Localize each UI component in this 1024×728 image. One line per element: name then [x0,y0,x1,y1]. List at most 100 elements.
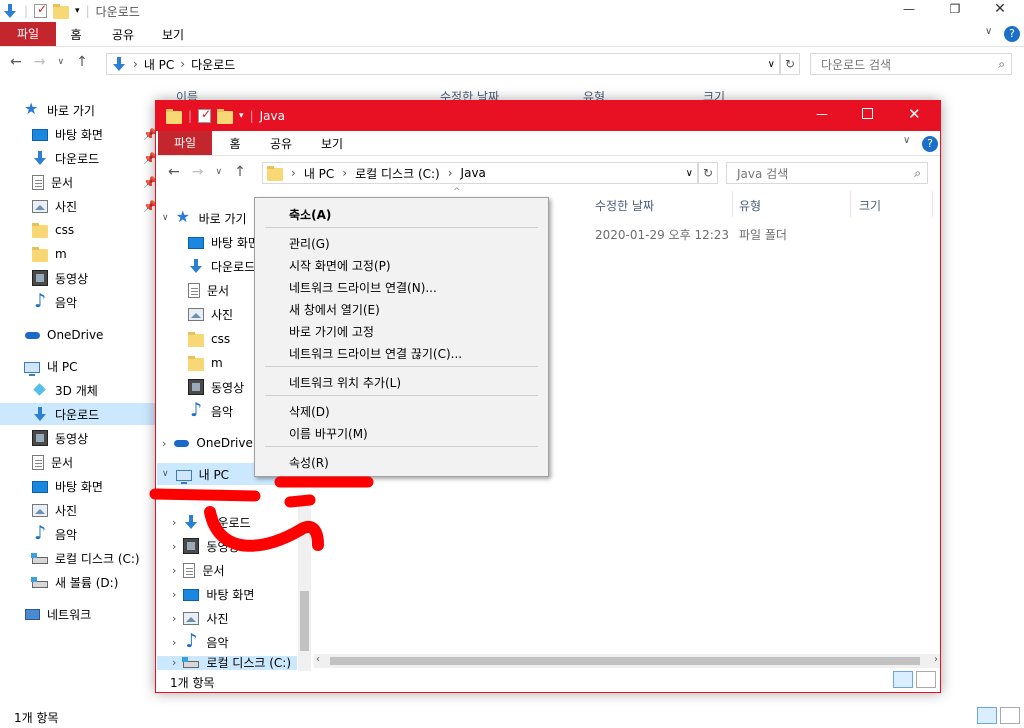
java-column-type[interactable]: 유형 [739,197,761,214]
outer-nav-videos[interactable]: 동영상 [32,267,88,289]
qat-dropdown-icon[interactable]: ▾ [239,111,244,121]
java-nav-scroll-thumb[interactable] [300,591,309,651]
java-refresh-button[interactable]: ↻ [698,162,718,184]
outer-breadcrumb-pc[interactable]: 내 PC [144,56,174,73]
new-folder-icon[interactable] [53,3,70,19]
java-nav-m[interactable]: m [188,352,223,374]
menu-item-properties[interactable]: 속성(R) [289,454,329,471]
java-h-scrollbar[interactable]: ‹ › [314,654,940,668]
java-breadcrumb-java[interactable]: Java [461,166,486,180]
java-help-icon[interactable]: ? [922,136,938,152]
qat-dropdown-icon[interactable]: ▾ [75,6,80,16]
outer-nav-music[interactable]: 음악 [32,290,77,313]
java-maximize-button[interactable] [862,108,873,119]
outer-nav-3d[interactable]: 3D 개체 [32,379,98,401]
java-breadcrumb-disk[interactable]: 로컬 디스크 (C:) [355,165,440,182]
outer-nav-network[interactable]: 네트워크 [24,603,91,625]
outer-help-icon[interactable]: ? [1004,26,1020,42]
java-nav-css[interactable]: css [188,328,230,350]
outer-nav-m[interactable]: m [32,243,67,265]
java-address-bar[interactable]: › 내 PC › 로컬 디스크 (C:) › Java ∨ [262,162,698,184]
java-nav-pictures[interactable]: 사진 [188,303,233,325]
java-nav-pc-desktop[interactable]: › 바탕 화면 [172,583,254,605]
java-nav-documents[interactable]: 문서 [188,279,229,301]
outer-nav-pc-videos[interactable]: 동영상 [32,427,88,449]
java-column-date[interactable]: 수정한 날짜 [595,197,654,214]
address-dropdown-icon[interactable]: ∨ [686,168,693,179]
outer-forward-button[interactable]: → [34,54,46,70]
menu-item-pin-start[interactable]: 시작 화면에 고정(P) [289,257,391,274]
java-close-button[interactable]: ✕ [908,105,921,123]
outer-nav-pc-documents[interactable]: 문서 [32,451,73,473]
outer-nav-pictures[interactable]: 사진 [32,195,77,217]
menu-item-delete[interactable]: 삭제(D) [289,403,330,420]
outer-maximize-button[interactable]: ❐ [940,2,970,20]
java-nav-downloads[interactable]: 다운로드 [188,255,255,277]
new-folder-icon[interactable] [217,108,234,124]
java-nav-desktop[interactable]: 바탕 화면 [188,231,259,253]
outer-nav-css[interactable]: css [32,219,74,241]
outer-nav-local-disk[interactable]: 로컬 디스크 (C:) [31,547,140,569]
outer-address-bar[interactable]: › 내 PC › 다운로드 ∨ [106,53,780,75]
details-view-icon[interactable] [977,707,997,724]
outer-nav-pc-desktop[interactable]: 바탕 화면 [32,475,103,497]
java-up-button[interactable]: ↑ [234,164,246,180]
outer-nav-pc-pictures[interactable]: 사진 [32,499,77,521]
large-icons-view-icon[interactable] [1000,707,1020,724]
address-dropdown-icon[interactable]: ∨ [768,59,775,70]
outer-nav-desktop[interactable]: 바탕 화면 [32,123,103,145]
large-icons-view-icon[interactable] [916,671,936,688]
java-nav-scrollbar[interactable] [298,501,311,671]
outer-nav-volume-d[interactable]: 새 볼륨 (D:) [31,571,118,593]
outer-tab-share[interactable]: 공유 [96,26,150,43]
java-nav-videos[interactable]: 동영상 [188,376,244,398]
java-breadcrumb-pc[interactable]: 내 PC [304,165,334,182]
java-nav-pc-downloads[interactable]: › 다운로드 [172,511,251,533]
scroll-left-icon[interactable]: ‹ [316,654,320,665]
java-nav-pc-pictures[interactable]: › 사진 [172,607,229,629]
outer-recent-dropdown[interactable]: ∨ [57,57,64,67]
java-ribbon-expand-icon[interactable]: ∨ [903,135,910,146]
outer-nav-pc-music[interactable]: 음악 [32,522,77,545]
java-nav-pc-music[interactable]: › 음악 [172,630,229,653]
outer-tab-home[interactable]: 홈 [56,26,96,43]
java-search-box[interactable]: Java 검색 ⌕ [726,162,928,184]
menu-item-disconnect-drive[interactable]: 네트워크 드라이브 연결 끊기(C)... [289,345,462,362]
menu-item-map-drive[interactable]: 네트워크 드라이브 연결(N)... [289,279,437,296]
menu-item-manage[interactable]: 관리(G) [289,235,330,252]
java-nav-local-disk[interactable]: › 로컬 디스크 (C:) [172,654,291,670]
menu-item-collapse[interactable]: 축소(A) [289,206,331,223]
outer-tab-view[interactable]: 보기 [150,26,196,43]
java-tab-file[interactable]: 파일 [158,131,212,155]
java-tab-share[interactable]: 공유 [258,135,304,152]
properties-icon[interactable] [34,2,47,18]
java-nav-onedrive[interactable]: › OneDrive [162,432,253,454]
outer-breadcrumb-downloads[interactable]: 다운로드 [191,56,235,73]
menu-item-open-new-window[interactable]: 새 창에서 열기(E) [289,301,380,318]
java-recent-dropdown[interactable]: ∨ [215,167,222,177]
java-h-scroll-thumb[interactable] [330,657,920,665]
java-minimize-button[interactable]: — [816,107,828,121]
outer-nav-onedrive[interactable]: OneDrive [24,324,103,346]
outer-ribbon-expand-icon[interactable]: ∨ [985,26,992,37]
outer-up-button[interactable]: ↑ [76,54,88,70]
outer-nav-documents[interactable]: 문서 [32,171,73,193]
menu-item-rename[interactable]: 이름 바꾸기(M) [289,425,368,442]
outer-minimize-button[interactable]: — [894,2,924,20]
outer-search-box[interactable]: 다운로드 검색 ⌕ [810,53,1012,75]
java-nav-this-pc[interactable]: ∨ 내 PC [162,463,229,485]
outer-nav-quick-access[interactable]: 바로 가기 [24,99,95,121]
outer-back-button[interactable]: ← [10,54,22,70]
java-tab-home[interactable]: 홈 [212,135,258,152]
java-tab-view[interactable]: 보기 [304,135,360,152]
outer-nav-this-pc[interactable]: 내 PC [24,355,77,377]
outer-refresh-button[interactable]: ↻ [780,53,800,75]
java-back-button[interactable]: ← [168,164,180,180]
outer-tab-file[interactable]: 파일 [0,22,56,46]
details-view-icon[interactable] [893,671,913,688]
menu-item-pin-quick-access[interactable]: 바로 가기에 고정 [289,323,374,340]
java-nav-pc-videos[interactable]: › 동영상 [172,535,240,557]
java-nav-pc-documents[interactable]: › 문서 [172,559,225,581]
outer-close-button[interactable]: ✕ [985,1,1015,19]
outer-nav-pc-downloads[interactable]: 다운로드 [32,403,99,425]
